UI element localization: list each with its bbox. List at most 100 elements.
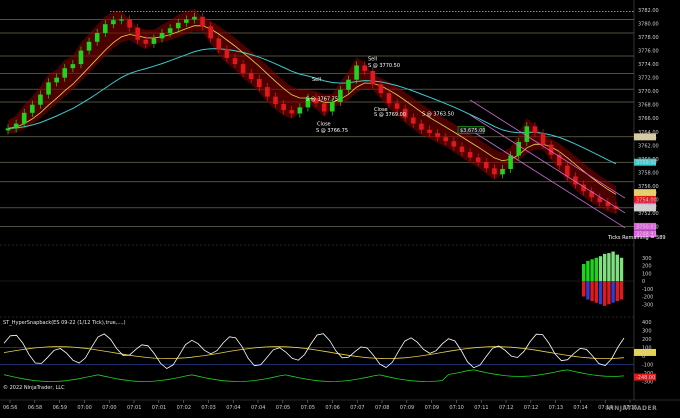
hist-bar-positive [590, 259, 594, 281]
price-tick-label: 3782.00 [638, 8, 659, 14]
price-tick-label: 3774.00 [638, 62, 659, 68]
bear-candle [443, 137, 449, 142]
time-tick-label: 06:56 [3, 405, 17, 411]
trade-annotation: S @ 3767.75 [306, 97, 338, 103]
bull-candle [111, 20, 116, 25]
time-tick-label: 07:13 [549, 405, 563, 411]
time-tick-label: 07:01 [127, 405, 141, 411]
bull-candle [159, 33, 165, 39]
bull-candle [297, 107, 303, 114]
bear-candle [467, 152, 473, 158]
price-tick-label: 3770.00 [638, 89, 659, 95]
time-tick-label: 07:02 [177, 405, 191, 411]
bear-candle [394, 103, 400, 109]
price-tag-label: 3752.75 [636, 206, 657, 212]
time-tick-label: 07:12 [524, 405, 538, 411]
osc-tick-label: 300 [642, 329, 652, 335]
hist-bar-positive [611, 251, 615, 281]
bear-candle [386, 93, 392, 104]
osc-price-tag-label: -248.00 [636, 375, 655, 381]
bear-candle [459, 146, 465, 153]
time-tick-label: 07:03 [201, 405, 215, 411]
indicator-title: ST_HyperSnapback(ES 09-22 (1/12 Tick),tr… [3, 320, 126, 326]
bear-candle [127, 19, 132, 28]
bear-candle [200, 16, 205, 27]
price-tick-label: 3758.00 [638, 170, 659, 176]
bull-candle [86, 41, 92, 51]
price-tick-label: 3756.00 [638, 184, 659, 190]
bull-candle [192, 16, 197, 20]
price-tick-label: 3780.00 [638, 22, 659, 28]
trade-annotation: S @ 3766.75 [316, 128, 348, 134]
bear-candle [532, 126, 538, 134]
copyright: © 2022 NinjaTrader, LLC [3, 385, 65, 391]
bear-candle [257, 79, 262, 88]
bull-candle [175, 22, 181, 29]
price-tag-label: 3759.50 [636, 160, 657, 166]
time-tick-label: 07:04 [251, 405, 265, 411]
bear-candle [540, 133, 546, 145]
hist-tick-label: -200 [642, 295, 653, 301]
bull-candle [30, 104, 35, 113]
bear-candle [143, 39, 149, 44]
time-tick-label: 07:01 [152, 405, 166, 411]
bull-candle [167, 28, 173, 33]
hist-bar-negative [582, 281, 586, 297]
trade-annotation: S @ 3763.50 [422, 112, 454, 118]
time-tick-label: 07:00 [77, 405, 91, 411]
bear-candle [483, 162, 489, 169]
bull-candle [21, 112, 27, 124]
bear-candle [281, 104, 286, 111]
chart-canvas[interactable]: Sell S @ 3767.75 Sell S @ 3770.50 S @ 3763.5… [0, 0, 680, 414]
bull-candle [346, 79, 351, 90]
hist-bar-positive [603, 253, 607, 281]
bull-candle [500, 168, 505, 175]
price-tick-label: 3776.00 [638, 49, 659, 55]
hist-bar-positive [598, 256, 603, 281]
bull-candle [184, 19, 189, 23]
time-tick-label: 07:05 [301, 405, 315, 411]
bear-candle [427, 129, 432, 134]
bear-candle [321, 103, 327, 112]
bull-candle [516, 141, 522, 156]
bear-candle [451, 141, 457, 147]
bear-candle [224, 49, 230, 59]
time-tick-label: 07:00 [102, 405, 116, 411]
bull-candle [102, 24, 108, 33]
price-tag-label: 3755.00 [636, 191, 657, 197]
bear-candle [411, 117, 416, 124]
bull-candle [508, 155, 513, 169]
bull-candle [524, 126, 530, 142]
bear-candle [419, 123, 424, 130]
bear-candle [248, 72, 254, 79]
bear-candle [232, 58, 238, 65]
hist-bar-negative [619, 281, 624, 300]
bear-candle [208, 26, 213, 39]
time-tick-label: 06:58 [28, 405, 42, 411]
hist-bar-negative [594, 281, 598, 303]
hist-bar-positive [582, 263, 586, 281]
bear-candle [240, 64, 246, 73]
hist-bar-positive [607, 253, 611, 281]
time-tick-label: 07:10 [449, 405, 463, 411]
hist-bar-negative [598, 281, 603, 305]
hist-tick-label: -300 [642, 302, 653, 308]
time-tick-label: 07:05 [276, 405, 290, 411]
price-tick-label: 3768.00 [638, 103, 659, 109]
bear-candle [435, 133, 440, 138]
bull-candle [62, 68, 68, 78]
price-tag-label: 3754.00 [636, 197, 657, 203]
bear-candle [216, 38, 222, 50]
hist-bar-negative [607, 281, 611, 305]
chart-svg[interactable]: SellS @ 3767.75SellS @ 3770.50S @ 3763.5… [0, 0, 680, 414]
hist-bar-positive [586, 260, 590, 281]
bull-candle [5, 128, 11, 131]
bull-candle [38, 94, 43, 105]
osc-price-tag-label: 41.75 [636, 350, 650, 356]
price-tag-label: 3763.25 [636, 135, 657, 141]
hist-bar-positive [594, 257, 598, 281]
hist-bar-negative [611, 281, 615, 303]
bull-candle [354, 65, 359, 80]
trade-annotation: Sell [312, 77, 321, 83]
time-tick-label: 07:09 [400, 405, 414, 411]
